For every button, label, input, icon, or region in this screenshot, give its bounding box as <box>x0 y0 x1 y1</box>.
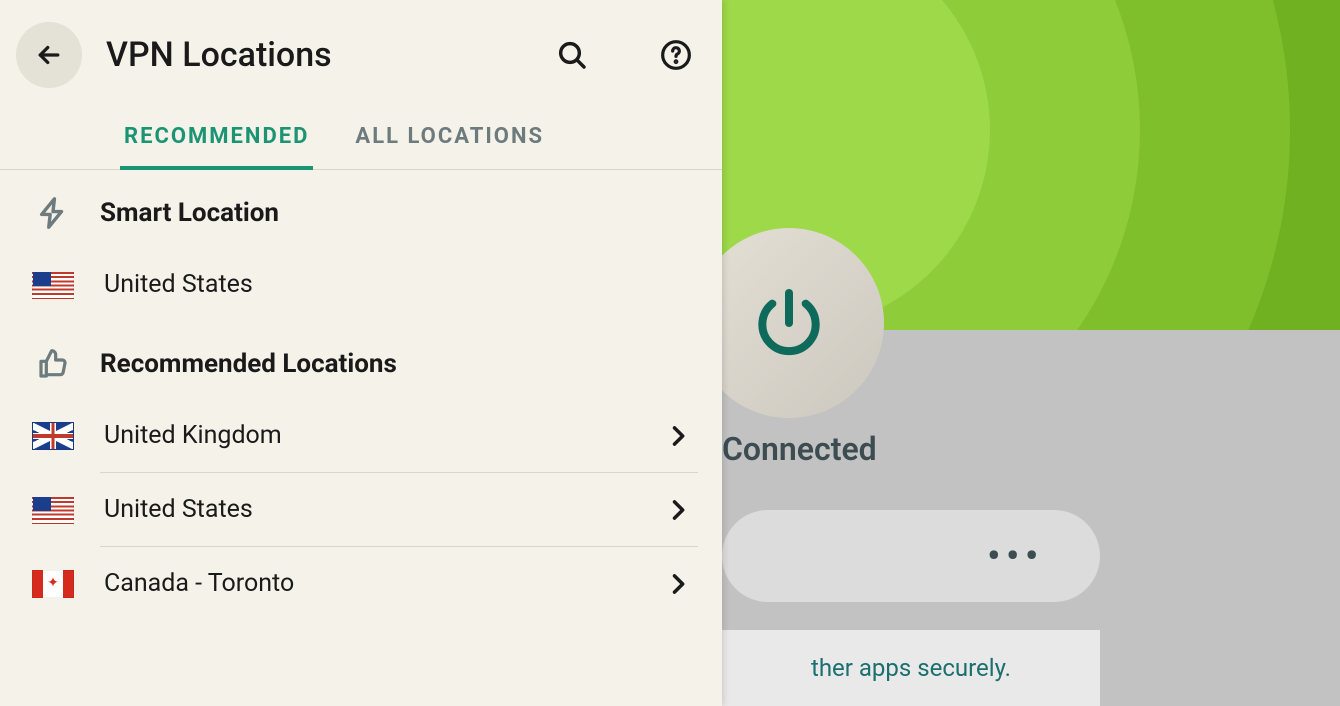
chevron-right-icon <box>664 570 692 598</box>
tabs: RECOMMENDED ALL LOCATIONS <box>0 106 722 170</box>
location-label: Canada - Toronto <box>104 569 634 598</box>
help-icon <box>660 39 692 71</box>
flag-ca-icon <box>32 570 74 598</box>
flag-us-icon <box>32 496 74 524</box>
smart-location-item[interactable]: United States <box>0 248 722 321</box>
locations-sidebar: VPN Locations RECOMMENDED ALL LOCATIONS … <box>0 0 722 706</box>
lightning-icon <box>36 196 70 230</box>
smart-location-section: Smart Location United States <box>0 170 722 321</box>
location-label: United Kingdom <box>104 421 634 450</box>
power-button[interactable] <box>694 228 884 418</box>
sidebar-header: VPN Locations <box>0 0 722 106</box>
footer-text: ther apps securely. <box>722 630 1100 706</box>
tab-all-locations[interactable]: ALL LOCATIONS <box>351 106 548 169</box>
flag-uk-icon <box>32 422 74 450</box>
location-item-us[interactable]: United States <box>0 473 722 546</box>
more-icon[interactable]: ••• <box>987 535 1044 577</box>
smart-location-label: United States <box>104 270 692 299</box>
back-button[interactable] <box>16 22 82 88</box>
location-item-uk[interactable]: United Kingdom <box>0 399 722 472</box>
thumbs-up-icon <box>36 347 70 381</box>
location-item-ca[interactable]: Canada - Toronto <box>0 547 722 620</box>
connection-status: Connected <box>722 430 877 468</box>
back-arrow-icon <box>34 40 64 70</box>
location-label: United States <box>104 495 634 524</box>
location-pill[interactable]: ••• <box>722 510 1100 602</box>
search-icon <box>556 39 588 71</box>
recommended-heading: Recommended Locations <box>100 349 397 379</box>
power-icon <box>749 283 829 363</box>
page-title: VPN Locations <box>106 35 532 75</box>
help-button[interactable] <box>660 39 692 71</box>
smart-location-heading: Smart Location <box>100 198 279 228</box>
recommended-section: Recommended Locations United Kingdom Uni… <box>0 321 722 620</box>
flag-us-icon <box>32 271 74 299</box>
chevron-right-icon <box>664 422 692 450</box>
chevron-right-icon <box>664 496 692 524</box>
tab-recommended[interactable]: RECOMMENDED <box>120 106 313 169</box>
search-button[interactable] <box>556 39 588 71</box>
